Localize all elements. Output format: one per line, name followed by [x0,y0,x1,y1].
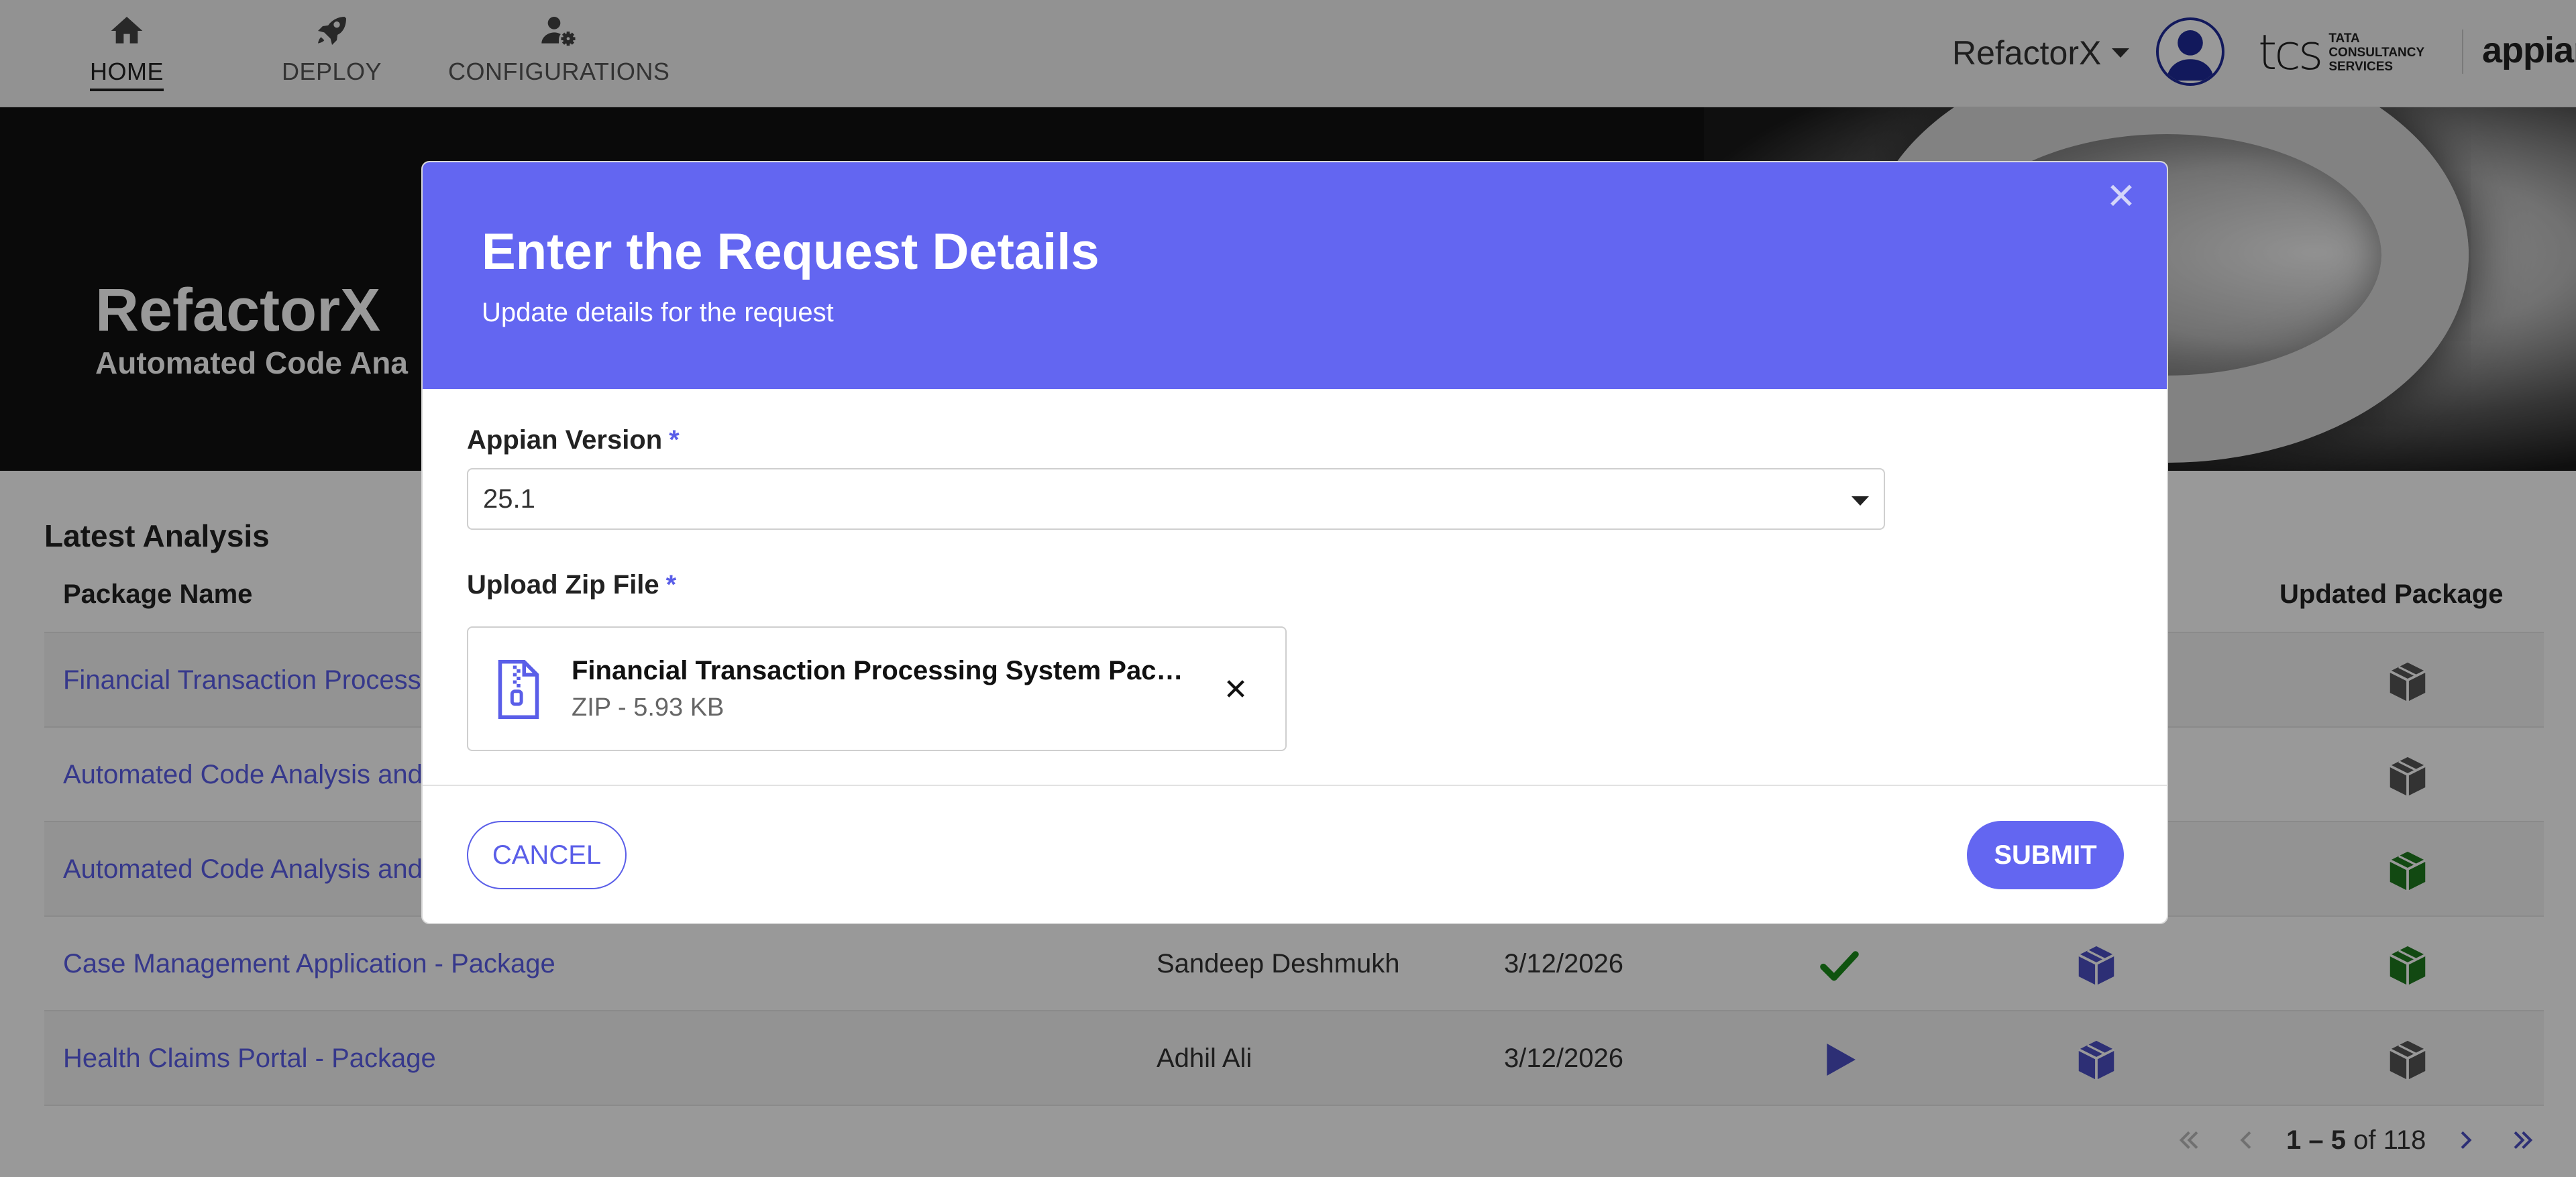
request-details-dialog: Enter the Request Details Update details… [421,161,2168,924]
dialog-subtitle: Update details for the request [482,298,834,327]
required-indicator: * [669,425,680,455]
close-icon[interactable]: ✕ [2102,176,2140,217]
required-indicator: * [665,570,677,600]
appian-version-label-text: Appian Version [467,425,663,455]
caret-down-icon [1851,496,1869,506]
dialog-footer-divider [423,785,2167,786]
submit-button[interactable]: SUBMIT [1967,821,2124,889]
appian-version-select[interactable]: 25.1 [467,468,1885,530]
upload-zip-label-text: Upload Zip File [467,570,659,600]
appian-version-value: 25.1 [483,484,535,514]
remove-file-button[interactable]: ✕ [1217,671,1254,708]
dialog-header: Enter the Request Details Update details… [423,162,2167,389]
uploaded-file-card: Financial Transaction Processing System … [467,626,1287,751]
uploaded-file-meta: ZIP - 5.93 KB [572,693,724,722]
appian-version-label: Appian Version * [467,425,680,455]
dialog-title: Enter the Request Details [482,223,1099,280]
upload-zip-label: Upload Zip File * [467,570,676,600]
zip-file-icon [498,660,539,719]
uploaded-file-name: Financial Transaction Processing System … [572,656,1189,685]
cancel-button[interactable]: CANCEL [467,821,627,889]
